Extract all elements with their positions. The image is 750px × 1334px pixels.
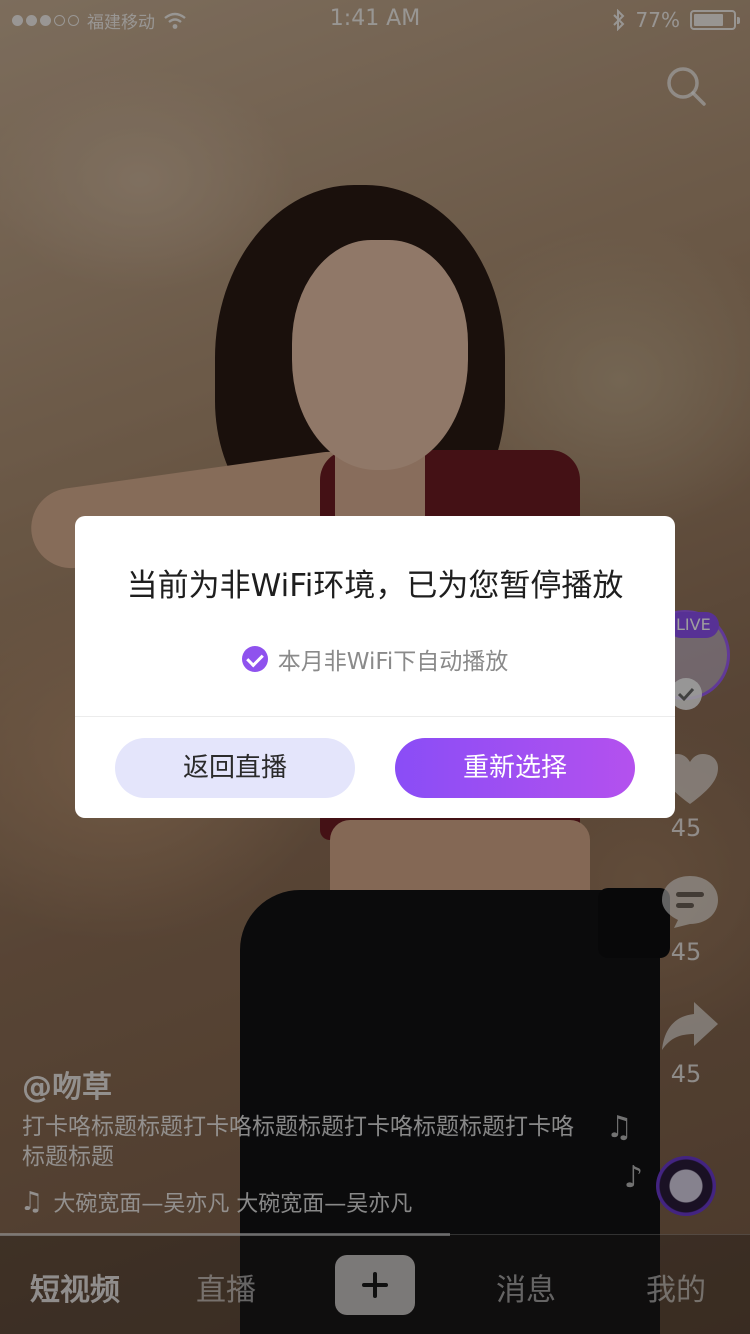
auto-play-option-label: 本月非WiFi下自动播放 xyxy=(277,649,509,675)
auto-play-option[interactable]: 本月非WiFi下自动播放 xyxy=(75,642,675,676)
dialog-title: 当前为非WiFi环境，已为您暂停播放 xyxy=(126,568,624,604)
dialog-divider xyxy=(75,716,675,717)
reselect-button[interactable]: 重新选择 xyxy=(395,738,635,798)
back-to-live-button[interactable]: 返回直播 xyxy=(115,738,355,798)
non-wifi-dialog: 当前为非WiFi环境，已为您暂停播放 本月非WiFi下自动播放 返回直播 重新选… xyxy=(75,516,675,818)
check-icon[interactable] xyxy=(241,646,268,672)
